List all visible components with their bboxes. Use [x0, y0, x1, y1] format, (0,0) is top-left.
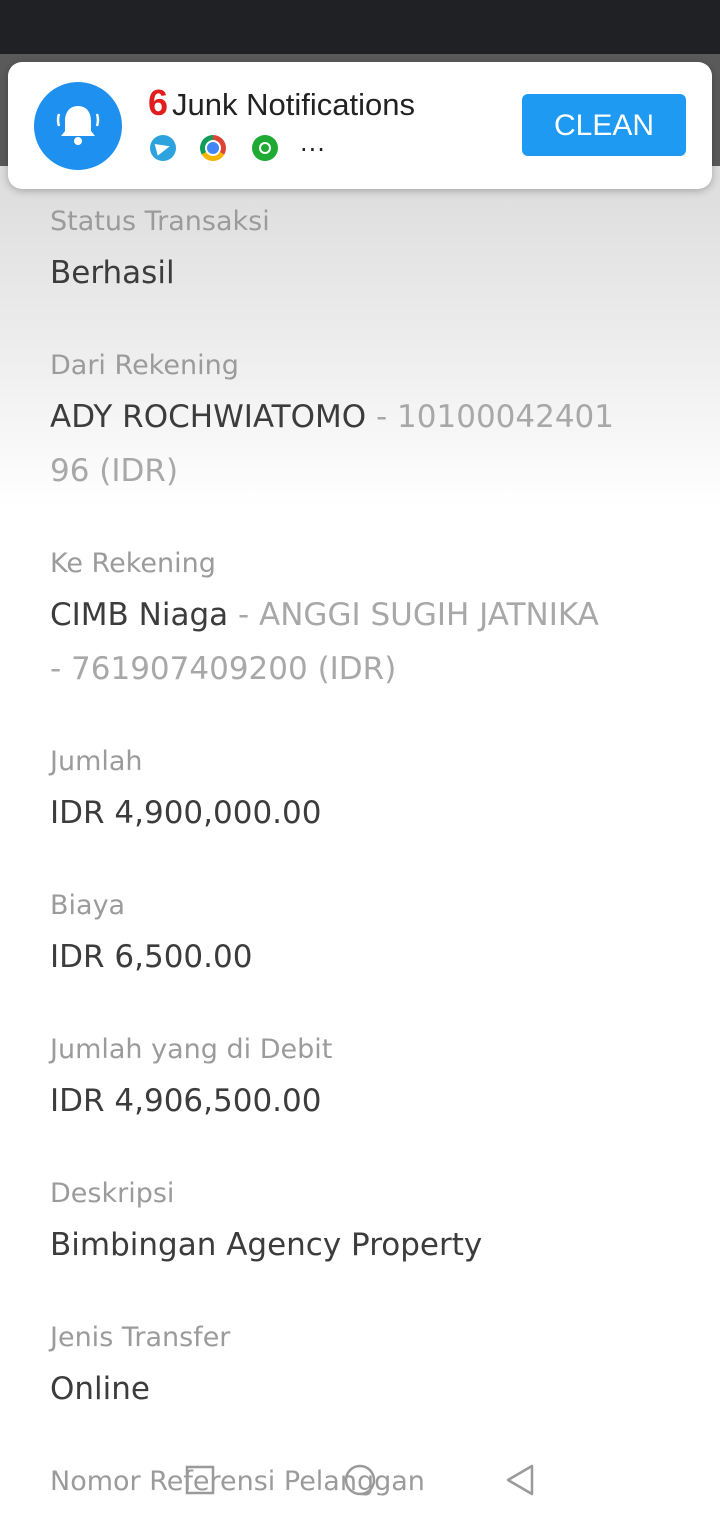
- account-name: ADY ROCHWIATOMO: [50, 399, 367, 435]
- field-value: Berhasil: [50, 255, 175, 291]
- field-value: ADY ROCHWIATOMO - 10100042401 96 (IDR): [50, 390, 670, 498]
- gojek-icon: [252, 135, 278, 161]
- field-label: Jumlah yang di Debit: [50, 1034, 333, 1065]
- field-to-account: Ke Rekening CIMB Niaga - ANGGI SUGIH JAT…: [50, 548, 670, 696]
- field-transfer-type: Jenis Transfer Online: [50, 1322, 670, 1416]
- field-value: IDR 4,900,000.00: [50, 795, 322, 831]
- bell-icon: [34, 82, 122, 170]
- status-bar: [0, 0, 720, 54]
- navigation-bar: [0, 1440, 720, 1520]
- field-label: Deskripsi: [50, 1178, 175, 1209]
- field-debit-amount: Jumlah yang di Debit IDR 4,906,500.00: [50, 1034, 670, 1128]
- field-fee: Biaya IDR 6,500.00: [50, 890, 670, 984]
- clean-button[interactable]: CLEAN: [522, 94, 686, 156]
- recent-apps-icon[interactable]: [182, 1462, 218, 1498]
- field-label: Ke Rekening: [50, 548, 216, 579]
- field-value: IDR 4,906,500.00: [50, 1083, 322, 1119]
- field-label: Jenis Transfer: [50, 1322, 231, 1353]
- notification-title-text: Junk Notifications: [172, 87, 415, 122]
- field-value: IDR 6,500.00: [50, 939, 253, 975]
- more-indicator: ...: [300, 129, 326, 157]
- field-label: Status Transaksi: [50, 206, 270, 237]
- notification-title: 6 Junk Notifications: [148, 82, 415, 124]
- field-label: Biaya: [50, 890, 126, 921]
- field-from-account: Dari Rekening ADY ROCHWIATOMO - 10100042…: [50, 350, 670, 498]
- chrome-icon: [200, 135, 226, 161]
- recipient-account: - 761907409200 (IDR): [50, 651, 397, 687]
- field-label: Dari Rekening: [50, 350, 239, 381]
- bank-name: CIMB Niaga: [50, 597, 229, 633]
- field-value: Bimbingan Agency Property: [50, 1227, 483, 1263]
- field-value: CIMB Niaga - ANGGI SUGIH JATNIKA - 76190…: [50, 588, 670, 696]
- junk-notification-banner[interactable]: 6 Junk Notifications ... CLEAN: [8, 62, 712, 189]
- transaction-details: Status Transaksi Berhasil Dari Rekening …: [0, 166, 720, 1520]
- recipient-name: - ANGGI SUGIH JATNIKA: [228, 597, 599, 633]
- back-icon[interactable]: [502, 1462, 538, 1498]
- junk-count: 6: [148, 82, 169, 123]
- field-amount: Jumlah IDR 4,900,000.00: [50, 746, 670, 840]
- field-value: Online: [50, 1371, 150, 1407]
- account-number: - 10100042401: [366, 399, 615, 435]
- field-description: Deskripsi Bimbingan Agency Property: [50, 1178, 670, 1272]
- field-status: Status Transaksi Berhasil: [50, 206, 670, 300]
- account-number-cont: 96 (IDR): [50, 453, 179, 489]
- telegram-icon: [150, 135, 176, 161]
- home-icon[interactable]: [342, 1462, 378, 1498]
- field-label: Jumlah: [50, 746, 143, 777]
